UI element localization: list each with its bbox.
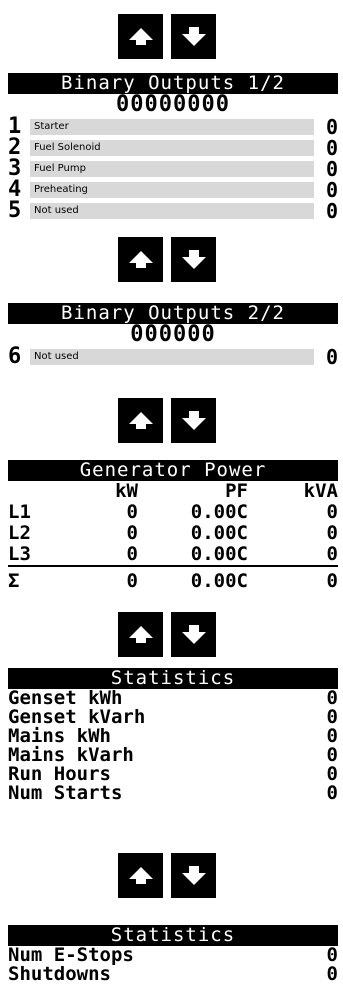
stat-label: Shutdowns [8, 963, 111, 985]
statistics-screen-2: Statistics Num E-Stops 0 Shutdowns 0 [8, 925, 338, 987]
scroll-down-button[interactable] [171, 853, 216, 898]
column-header: PF [225, 480, 248, 502]
binary-outputs-1-screen: Binary Outputs 1/2 00000000 1 Starter 0 2 Fu… [8, 73, 338, 223]
scroll-down-button[interactable] [171, 398, 216, 443]
output-number: 1 [8, 113, 22, 139]
list-item: 4 Preheating 0 [8, 176, 338, 202]
kva-value: 0 [326, 543, 338, 565]
arrow-down-icon [181, 249, 206, 269]
output-label: Fuel Solenoid [30, 139, 314, 156]
table-header-row: kW PF kVA [8, 481, 338, 502]
output-label: Preheating [30, 181, 314, 198]
row-label: L3 [8, 543, 31, 565]
row-label: L1 [8, 501, 31, 523]
pf-value: 0.00C [190, 522, 248, 544]
stat-row: Shutdowns 0 [8, 965, 338, 984]
kw-value: 0 [126, 501, 138, 523]
kva-value: 0 [326, 501, 338, 523]
output-number: 4 [8, 176, 22, 202]
nav-buttons-2 [118, 237, 216, 282]
table-row: L3 0 0.00C 0 [8, 544, 338, 566]
arrow-up-icon [128, 411, 153, 429]
scroll-up-button[interactable] [118, 398, 163, 443]
arrow-down-icon [181, 624, 206, 644]
screen-title: Statistics [8, 668, 338, 689]
output-label: Fuel Pump [30, 160, 314, 177]
power-table: kW PF kVA L1 0 0.00C 0 L2 0 0.00C 0 L3 0 0.00C 0 Σ … [8, 481, 338, 592]
column-header [8, 481, 48, 502]
row-label: Σ [8, 565, 48, 592]
output-number: 6 [8, 343, 22, 369]
pf-value: 0.00C [190, 501, 248, 523]
arrow-up-icon [128, 27, 153, 45]
table-row: L2 0 0.00C 0 [8, 523, 338, 544]
kw-value: 0 [126, 522, 138, 544]
arrow-down-icon [181, 26, 206, 46]
arrow-up-icon [128, 625, 153, 643]
table-row: L1 0 0.00C 0 [8, 502, 338, 523]
output-number: 5 [8, 197, 22, 223]
kw-value: 0 [126, 543, 138, 565]
stat-row: Num Starts 0 [8, 784, 338, 803]
list-item: 3 Fuel Pump 0 [8, 155, 338, 181]
list-item: 5 Not used 0 [8, 197, 338, 223]
bit-string: 000000 [130, 322, 216, 347]
output-label: Not used [30, 348, 314, 365]
generator-power-screen: Generator Power kW PF kVA L1 0 0.00C 0 L2 0 0.… [8, 460, 338, 592]
stat-value: 0 [326, 782, 338, 804]
output-label: Starter [30, 118, 314, 135]
output-number: 2 [8, 134, 22, 160]
nav-buttons-1 [118, 14, 216, 59]
output-number: 3 [8, 155, 22, 181]
screen-title: Statistics [8, 925, 338, 946]
scroll-up-button[interactable] [118, 853, 163, 898]
stat-value: 0 [326, 963, 338, 985]
scroll-up-button[interactable] [118, 612, 163, 657]
screen-title: Generator Power [8, 460, 338, 481]
nav-buttons-3 [118, 398, 216, 443]
pf-value: 0.00C [138, 565, 248, 592]
kw-value: 0 [48, 565, 138, 592]
nav-buttons-4 [118, 612, 216, 657]
stat-label: Num Starts [8, 782, 123, 804]
pf-value: 0.00C [190, 543, 248, 565]
output-label: Not used [30, 202, 314, 219]
scroll-up-button[interactable] [118, 14, 163, 59]
list-item: 6 Not used 0 [8, 343, 338, 369]
screen-title: Binary Outputs 1/2 [8, 73, 338, 94]
row-label: L2 [8, 522, 31, 544]
arrow-down-icon [181, 410, 206, 430]
binary-outputs-2-screen: Binary Outputs 2/2 000000 6 Not used 0 [8, 303, 338, 369]
statistics-screen-1: Statistics Genset kWh 0 Genset kVarh 0 Mains… [8, 668, 338, 803]
bit-string: 00000000 [116, 92, 230, 117]
column-header: kVA [303, 480, 338, 502]
arrow-down-icon [181, 865, 206, 885]
arrow-up-icon [128, 866, 153, 884]
kva-value: 0 [248, 565, 338, 592]
sum-row: Σ 0 0.00C 0 [8, 565, 338, 592]
list-item: 2 Fuel Solenoid 0 [8, 134, 338, 160]
output-value: 0 [325, 198, 338, 223]
output-value: 0 [325, 344, 338, 369]
column-header: kW [115, 480, 138, 502]
scroll-down-button[interactable] [171, 612, 216, 657]
screen-title: Binary Outputs 2/2 [8, 303, 338, 324]
kva-value: 0 [326, 522, 338, 544]
list-item: 1 Starter 0 [8, 113, 338, 139]
scroll-down-button[interactable] [171, 14, 216, 59]
arrow-up-icon [128, 250, 153, 268]
scroll-up-button[interactable] [118, 237, 163, 282]
scroll-down-button[interactable] [171, 237, 216, 282]
nav-buttons-5 [118, 853, 216, 898]
